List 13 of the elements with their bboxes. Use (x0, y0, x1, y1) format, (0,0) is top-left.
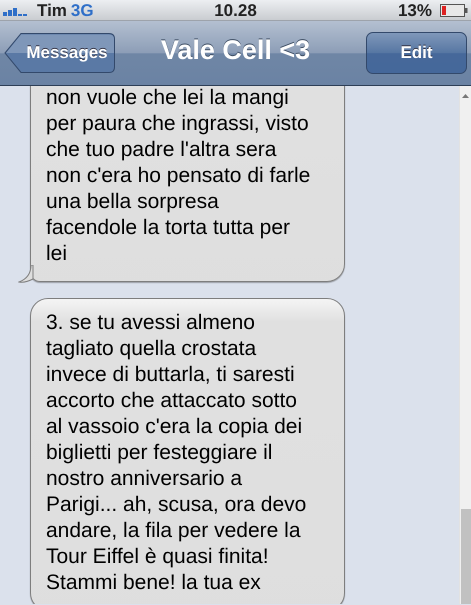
network-type: 3G (70, 2, 94, 18)
battery-percent: 13% (398, 2, 432, 18)
carrier-name: Tim (37, 2, 67, 18)
message-text: 3. se tu avessi almeno tagliato quella crostata invece di buttarla, ti saresti accorto che attaccato sotto al vassoio c'era la copia dei biglietti per festeggiare il nostro anniversario a Parigi... ah, scusa, ora devo andare, la fila per vedere la Tour Eiffel è quasi finita! Stammi bene! la tua ex (46, 310, 308, 596)
scrollbar[interactable] (459, 86, 471, 604)
message-text: non vuole che lei la mangi per paura che ingrassi, visto che tuo padre l'altra sera non c'era ho pensato di farle una bella sorpresa facendole la torta tutta per lei (46, 86, 312, 267)
back-button[interactable]: Messages (4, 32, 116, 74)
conversation-title: Vale Cell <3 (160, 35, 310, 65)
battery-icon (440, 4, 468, 16)
scroll-up-icon[interactable] (462, 94, 469, 98)
edit-button[interactable]: Edit (366, 32, 467, 74)
scroll-thumb[interactable] (461, 509, 471, 604)
clock-time: 10.28 (214, 2, 257, 19)
